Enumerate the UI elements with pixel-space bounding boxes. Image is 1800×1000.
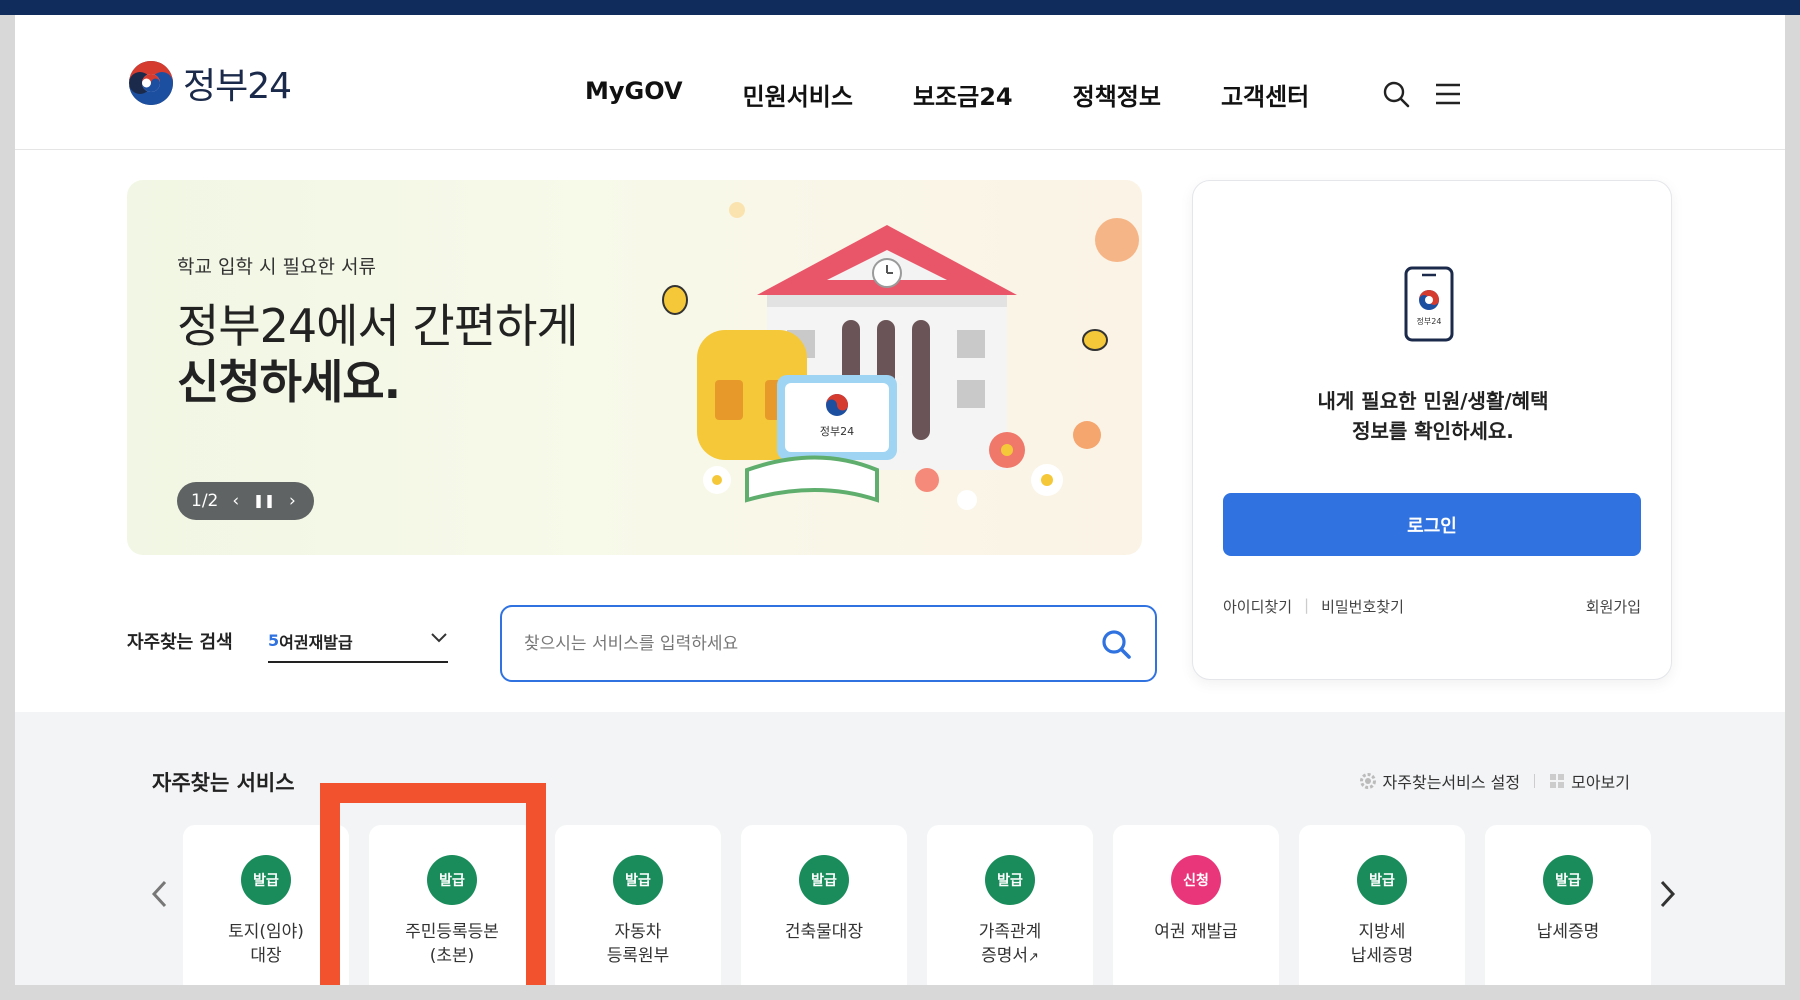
next-slide-icon[interactable]: › — [289, 491, 296, 511]
service-card-family-certificate[interactable]: 발급 가족관계 증명서↗ — [927, 825, 1093, 985]
service-name-line1: 주민등록등본 — [405, 922, 499, 942]
service-name-line1: 여권 재발급 — [1154, 922, 1238, 942]
service-search-input[interactable] — [524, 629, 1084, 659]
page: 정부24 MyGOV 민원서비스 보조금24 정책정보 고객센터 학교 입학 시… — [15, 15, 1785, 985]
nav-civil-service[interactable]: 민원서비스 — [743, 77, 853, 112]
frequent-search-rank: 5 — [268, 631, 280, 650]
slide-pager: 1/2 — [191, 491, 219, 511]
service-name: 여권 재발급 — [1113, 921, 1279, 945]
issue-badge: 발급 — [241, 855, 291, 905]
menu-icon[interactable] — [1433, 79, 1463, 109]
issue-badge: 발급 — [613, 855, 663, 905]
service-card-resident-registration[interactable]: 발급 주민등록등본 (초본) — [369, 825, 535, 985]
login-message: 내게 필요한 민원/생활/혜택 정보를 확인하세요. — [1193, 386, 1673, 446]
nav-subsidy24[interactable]: 보조금24 — [913, 77, 1013, 112]
service-name-line2: 등록원부 — [606, 945, 670, 966]
service-name-line1: 건축물대장 — [784, 922, 864, 942]
site-header: 정부24 MyGOV 민원서비스 보조금24 정책정보 고객센터 — [15, 15, 1785, 150]
service-name: 건축물대장 — [741, 921, 907, 945]
chevron-down-icon — [431, 633, 447, 643]
pause-icon[interactable]: ❚❚ — [253, 494, 275, 509]
gear-icon — [1359, 773, 1376, 789]
settings-label: 자주찾는서비스 설정 — [1382, 773, 1521, 792]
login-links: 아이디찾기 | 비밀번호찾기 회원가입 — [1223, 596, 1641, 617]
service-name-line2: 대장 — [250, 945, 282, 966]
main-banner[interactable]: 학교 입학 시 필요한 서류 정부24에서 간편하게 신청하세요. 1/2 ‹ … — [127, 180, 1142, 555]
app-label: 정부24 — [1417, 316, 1442, 326]
view-all-label: 모아보기 — [1571, 773, 1630, 792]
login-button[interactable]: 로그인 — [1223, 493, 1641, 556]
service-cards: 발급 토지(임야) 대장 발급 주민등록등본 (초본) 발급 자동차 등록원부 — [183, 825, 1651, 985]
mobile-app-icon: 정부24 — [1404, 266, 1454, 342]
view-all-button[interactable]: 모아보기 — [1549, 769, 1630, 793]
issue-badge: 발급 — [1357, 855, 1407, 905]
login-message-line1: 내게 필요한 민원/생활/혜택 — [1317, 389, 1549, 413]
nav-customer-center[interactable]: 고객센터 — [1221, 77, 1309, 112]
search-icon[interactable] — [1381, 79, 1411, 109]
external-link-icon: ↗ — [1028, 949, 1039, 965]
service-card-tax-certificate[interactable]: 발급 납세증명 — [1485, 825, 1651, 985]
frequent-services-title: 자주찾는 서비스 — [152, 771, 295, 795]
service-name: 납세증명 — [1485, 921, 1651, 945]
service-name: 토지(임야) 대장 — [183, 921, 349, 969]
frequent-search-keyword: 여권재발급 — [279, 632, 353, 652]
login-message-line2: 정보를 확인하세요. — [1352, 419, 1514, 443]
divider: | — [1304, 596, 1310, 614]
frequent-services-section: 자주찾는 서비스 자주찾는서비스 설정 모아보기 발급 토지(임야) 대장 발급… — [15, 712, 1785, 985]
service-name: 가족관계 증명서↗ — [927, 921, 1093, 969]
school-illustration: 정부24 — [662, 202, 1139, 510]
service-card-vehicle-register[interactable]: 발급 자동차 등록원부 — [555, 825, 721, 985]
service-card-building-register[interactable]: 발급 건축물대장 — [741, 825, 907, 985]
service-card-local-tax-certificate[interactable]: 발급 지방세 납세증명 — [1299, 825, 1465, 985]
issue-badge: 발급 — [427, 855, 477, 905]
grid-icon — [1550, 774, 1565, 788]
service-name-line1: 지방세 — [1358, 922, 1406, 942]
service-name-line2-wrap: 증명서↗ — [937, 945, 1083, 969]
prev-slide-icon[interactable]: ‹ — [232, 491, 239, 511]
browser-top-strip — [0, 0, 1800, 15]
service-name-line2: 증명서 — [981, 945, 1028, 966]
bottom-strip — [0, 985, 1800, 1000]
service-name: 지방세 납세증명 — [1299, 921, 1465, 969]
service-name-line2: 납세증명 — [1350, 945, 1414, 966]
banner-title-line1: 정부24에서 간편하게 — [177, 299, 579, 353]
nav-mygov[interactable]: MyGOV — [585, 77, 683, 112]
frequent-search-dropdown[interactable]: 5 여권재발급 — [268, 620, 448, 663]
service-card-passport-reissue[interactable]: 신청 여권 재발급 — [1113, 825, 1279, 985]
signup-link[interactable]: 회원가입 — [1586, 596, 1641, 617]
service-name: 주민등록등본 (초본) — [369, 921, 535, 969]
issue-badge: 발급 — [985, 855, 1035, 905]
service-name-line1: 자동차 — [614, 922, 662, 942]
apply-badge: 신청 — [1171, 855, 1221, 905]
banner-title: 정부24에서 간편하게 신청하세요. — [177, 298, 579, 410]
issue-badge: 발급 — [1543, 855, 1593, 905]
main-nav: MyGOV 민원서비스 보조금24 정책정보 고객센터 — [585, 77, 1309, 112]
login-card: 정부24 내게 필요한 민원/생활/혜택 정보를 확인하세요. 로그인 아이디찾… — [1192, 180, 1672, 680]
banner-subtitle: 학교 입학 시 필요한 서류 — [177, 256, 376, 278]
service-search-box — [500, 605, 1157, 682]
frequent-search-label: 자주찾는 검색 — [127, 632, 233, 653]
frequent-services-settings-button[interactable]: 자주찾는서비스 설정 — [1359, 769, 1521, 793]
logo-text: 정부24 — [183, 66, 292, 107]
divider — [1534, 774, 1536, 788]
service-name-line1: 토지(임야) — [228, 922, 304, 942]
taegeuk-logo-icon — [129, 61, 173, 105]
find-password-link[interactable]: 비밀번호찾기 — [1321, 596, 1404, 617]
service-name-line1: 가족관계 — [978, 922, 1042, 942]
frequent-services-tools: 자주찾는서비스 설정 모아보기 — [1359, 769, 1630, 793]
issue-badge: 발급 — [799, 855, 849, 905]
service-name-line2: (초본) — [429, 945, 475, 966]
nav-policy-info[interactable]: 정책정보 — [1073, 77, 1161, 112]
site-logo[interactable]: 정부24 — [127, 57, 292, 109]
service-name-line1: 납세증명 — [1536, 922, 1600, 942]
service-name: 자동차 등록원부 — [555, 921, 721, 969]
tablet-label: 정부24 — [820, 425, 854, 438]
chevron-left-icon[interactable] — [145, 874, 175, 914]
search-submit-icon[interactable] — [1099, 627, 1133, 661]
chevron-right-icon[interactable] — [1652, 874, 1682, 914]
banner-title-line2: 신청하세요. — [177, 355, 401, 410]
service-card-land-register[interactable]: 발급 토지(임야) 대장 — [183, 825, 349, 985]
slide-controls: 1/2 ‹ ❚❚ › — [177, 482, 314, 520]
find-id-link[interactable]: 아이디찾기 — [1223, 596, 1292, 617]
